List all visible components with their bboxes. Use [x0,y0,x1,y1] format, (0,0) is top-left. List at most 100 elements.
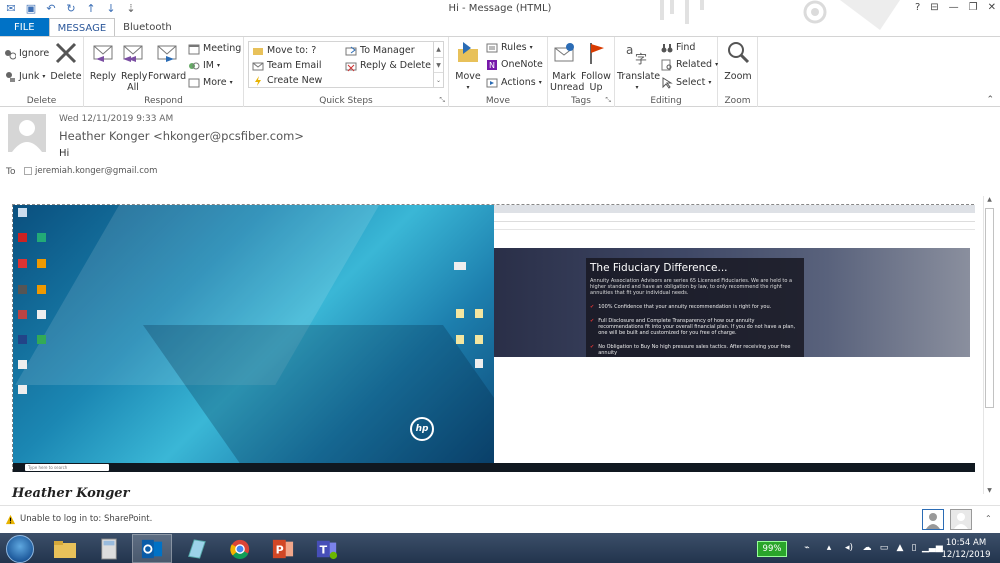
scroll-down-icon[interactable]: ▼ [434,57,443,72]
check-text: No Obligation to Buy No high pressure sa… [598,344,791,356]
find-button[interactable]: Find [661,42,695,54]
minimize-button[interactable]: — [949,2,959,13]
editing-group: a字 Translate ▾ Find Related ▾ Select ▾ Edi… [615,37,718,107]
follow-up-label: Follow Up [581,71,611,93]
sender-avatar[interactable] [8,114,46,152]
taskbar-clock[interactable]: 10:54 AM 12/12/2019 [940,537,992,561]
ribbon-display-options-button[interactable]: ⊟ [930,2,938,13]
related-button[interactable]: Related ▾ [661,59,718,71]
onenote-button[interactable]: N OneNote [486,59,543,71]
embedded-taskbar-left: Type here to search [13,463,494,472]
taskbar-calculator-icon[interactable] [89,534,129,563]
volume-icon[interactable]: ◂) [843,542,855,554]
ignore-button[interactable]: Ignore [4,48,49,60]
powerpoint-icon: P [272,539,294,558]
to-label: To [6,167,16,177]
junk-button[interactable]: Junk ▾ [4,71,45,83]
quick-step-move-to[interactable]: Move to: ? [252,45,316,57]
start-button[interactable] [6,535,34,563]
recipient[interactable]: jeremiah.konger@gmail.com [24,166,157,176]
show-hidden-icons-icon[interactable]: ▴ [823,542,835,554]
quick-step-reply-delete[interactable]: Reply & Delete [345,60,431,72]
more-button[interactable]: More ▾ [188,77,233,89]
quick-step-team-email[interactable]: Team Email [252,60,322,72]
message-header: Wed 12/11/2019 9:33 AM Heather Konger <h… [0,108,1000,178]
display-icon[interactable]: ▭ [878,542,890,554]
scroll-up-icon[interactable]: ▲ [984,196,995,203]
translate-button[interactable]: a字 Translate ▾ [617,40,660,93]
delete-button[interactable]: Delete [50,40,82,82]
quick-step-create-new[interactable]: Create New [252,75,322,87]
status-message: Unable to log in to: SharePoint. [20,514,153,524]
scroll-up-icon[interactable]: ▲ [434,42,443,57]
meeting-button[interactable]: Meeting [188,43,241,55]
embedded-screenshot[interactable]: hp The Fiduciary Difference... Annuity A… [12,204,975,472]
svg-text:a: a [626,43,633,57]
cursor-icon [662,77,673,89]
taskbar-powerpoint-icon[interactable]: P [263,534,303,563]
follow-up-button[interactable]: Follow Up [580,40,612,93]
windows-taskbar: P T 99% ⌁ ▴ ◂) ☁ ▭ ▲ ▯ ▁▃▅ 10:54 AM 12/1… [0,533,1000,563]
tab-message[interactable]: MESSAGE [48,18,116,37]
sender-name[interactable]: Heather Konger <hkonger@pcsfiber.com> [59,129,304,143]
power-plug-icon[interactable]: ⌁ [799,542,815,554]
im-dropdown-icon: ▾ [217,62,221,69]
presence-icon [24,167,32,175]
actions-button[interactable]: Actions ▾ [486,77,542,89]
people-pane-button-active[interactable] [922,509,944,530]
select-button[interactable]: Select ▾ [661,77,711,89]
find-label: Find [676,42,696,53]
forward-button[interactable]: Forward [148,40,186,82]
mark-unread-button[interactable]: Mark Unread [548,40,585,93]
taskbar-teams-icon[interactable]: T [307,534,347,563]
zoom-label: Zoom [724,71,752,82]
window-controls: ? ⊟ — ❐ ✕ [915,2,996,13]
taskbar-notepad-icon[interactable] [176,534,216,563]
rules-button[interactable]: Rules ▾ [486,42,533,54]
tab-file[interactable]: FILE [0,18,49,37]
reply-all-icon [123,45,143,62]
related-icon [661,59,672,71]
restore-button[interactable]: ❐ [969,2,978,13]
quick-steps-scrollbar[interactable]: ▲ ▼ ⌄ [433,42,443,88]
zoom-button[interactable]: Zoom [722,40,754,82]
reply-button[interactable]: Reply [88,40,118,82]
select-dropdown-icon: ▾ [708,79,712,86]
actions-icon [486,78,498,88]
onedrive-cloud-icon[interactable]: ☁ [861,542,873,554]
scrollbar-thumb[interactable] [985,208,994,408]
people-pane-button[interactable] [950,509,972,530]
outlook-message-window: ✉ ▣ ↶ ↻ ↑ ↓ ⇣ Hi - Message (HTML) ? ⊟ — … [0,0,1000,563]
reply-label: Reply [89,71,117,82]
battery-percent[interactable]: 99% [757,541,787,557]
forward-label: Forward [148,71,187,82]
mark-unread-label: Mark Unread [550,71,585,93]
recipient-address[interactable]: jeremiah.konger@gmail.com [35,166,157,176]
calculator-icon [101,538,117,559]
network-signal-icon[interactable]: ▁▃▅ [922,542,943,554]
scroll-down-icon[interactable]: ▼ [984,487,995,494]
acrobat-icon[interactable]: ▲ [894,542,906,554]
collapse-ribbon-icon[interactable]: ⌃ [986,95,994,105]
ribbon: Ignore Junk ▾ Delete Delete Reply Reply A… [0,36,1000,107]
help-button[interactable]: ? [915,2,920,13]
im-button[interactable]: IM ▾ [188,60,220,72]
action-center-icon[interactable]: ▯ [908,542,920,554]
collapse-people-pane-icon[interactable]: ⌃ [985,514,992,523]
quick-step-to-manager[interactable]: To Manager [345,45,415,57]
close-button[interactable]: ✕ [988,2,996,13]
taskbar-chrome-icon[interactable] [220,534,260,563]
junk-label: Junk [19,71,40,82]
reply-all-button[interactable]: Reply All [118,40,148,93]
taskbar-folder-icon[interactable] [45,534,85,563]
person-silhouette-icon [12,120,42,152]
tab-bluetooth[interactable]: Bluetooth [115,18,180,37]
delete-x-icon [55,42,77,64]
move-button[interactable]: Move ▾ [453,40,483,93]
taskbar-outlook-icon[interactable] [132,534,172,563]
reply-all-label: Reply All [121,71,148,93]
create-new-label: Create New [267,75,323,86]
message-scrollbar[interactable]: ▲ ▼ [983,196,994,494]
gallery-expand-icon[interactable]: ⌄ [434,72,443,87]
translate-icon: a字 [626,43,647,66]
